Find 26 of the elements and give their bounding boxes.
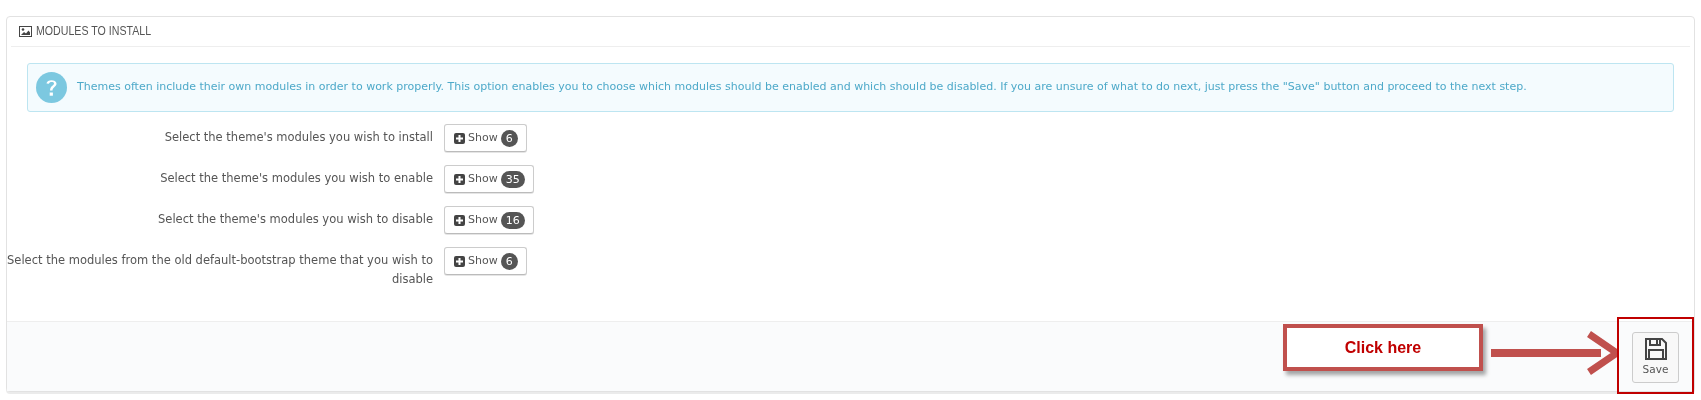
count-badge: 6 xyxy=(500,252,518,270)
button-label: Show xyxy=(468,252,498,269)
button-label: Show xyxy=(468,129,498,146)
count-badge: 35 xyxy=(500,170,525,188)
panel-title: MODULES TO INSTALL xyxy=(36,23,152,41)
field-label: Select the theme's modules you wish to enable xyxy=(159,170,433,187)
info-text: Themes often include their own modules in order to work properly. This option enables you to choose which modules should be enabled and which should be disabled. If you are unsure of what to do next, just press the "Save" button and proceed to the next step. xyxy=(77,79,1527,96)
show-button[interactable]: Show 6 xyxy=(444,124,527,152)
button-label: Show xyxy=(468,170,498,187)
button-label: Show xyxy=(468,211,498,228)
show-button[interactable]: Show 16 xyxy=(444,206,534,234)
help-icon xyxy=(36,72,67,103)
plus-icon xyxy=(454,173,465,185)
count-badge: 16 xyxy=(500,211,525,229)
plus-icon xyxy=(454,214,465,226)
field-label: Select the theme's modules you wish to install xyxy=(163,129,433,146)
callout-box: Click here xyxy=(1283,324,1483,371)
plus-icon xyxy=(454,255,465,267)
show-button[interactable]: Show 6 xyxy=(444,247,527,275)
field-label: Select the theme's modules you wish to disable xyxy=(157,211,433,228)
count-badge: 6 xyxy=(500,129,518,147)
save-button[interactable]: Save xyxy=(1632,332,1679,383)
show-button[interactable]: Show 35 xyxy=(444,165,534,193)
plus-icon xyxy=(454,132,465,144)
image-icon xyxy=(19,26,32,37)
field-label: Select the modules from the old default-bootstrap theme that you wish to disable xyxy=(7,252,433,288)
